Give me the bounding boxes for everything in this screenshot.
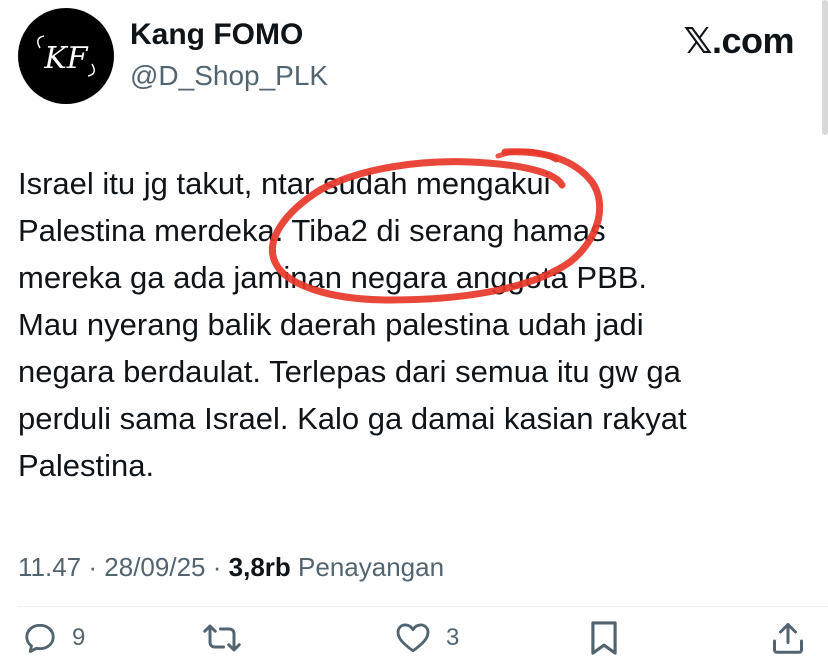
tweet-date[interactable]: 28/09/25 — [104, 552, 205, 582]
divider — [18, 606, 828, 607]
share-icon — [773, 623, 803, 654]
bookmark-icon — [591, 621, 617, 655]
reply-button[interactable]: 9 — [22, 618, 85, 658]
share-button[interactable] — [770, 618, 806, 658]
kf-logo-icon: KF — [37, 35, 95, 77]
repost-icon — [203, 624, 241, 652]
views-label: Penayangan — [298, 552, 445, 582]
tweet-meta: 11.47 · 28/09/25 · 3,8rb Penayangan — [18, 552, 444, 583]
tweet-line: Mau nyerang balik daerah palestina udah … — [18, 307, 644, 342]
tweet-line: Palestina merdeka. Tiba2 di serang hamas — [18, 213, 606, 248]
bookmark-button[interactable] — [588, 618, 620, 658]
tweet-line: mereka ga ada jaminan negara anggota PBB… — [18, 260, 648, 295]
like-count: 3 — [446, 624, 460, 651]
avatar[interactable]: KF — [18, 8, 114, 104]
reply-count: 9 — [72, 624, 86, 651]
meta-separator: · — [212, 552, 222, 582]
reply-icon — [25, 623, 55, 653]
repost-button[interactable] — [202, 618, 256, 658]
tweet-line: Palestina. — [18, 448, 155, 483]
heart-icon — [396, 623, 430, 653]
tweet-line: negara berdaulat. Terlepas dari semua it… — [18, 354, 681, 389]
tweet-line: perduli sama Israel. Kalo ga damai kasia… — [18, 401, 687, 436]
author-handle[interactable]: @D_Shop_PLK — [130, 60, 328, 92]
scrollbar[interactable] — [822, 0, 828, 135]
author-name[interactable]: Kang FOMO — [130, 18, 303, 52]
like-button[interactable]: 3 — [394, 618, 459, 658]
meta-separator: · — [88, 552, 98, 582]
tweet-time[interactable]: 11.47 — [18, 552, 81, 582]
tweet-line: Israel itu jg takut, ntar sudah mengakui — [18, 166, 551, 201]
avatar-monogram: KF — [43, 41, 88, 76]
tweet-text: Israel itu jg takut, ntar sudah mengakui… — [18, 160, 818, 489]
x-brand-logo: 𝕏.com — [683, 20, 794, 61]
views-count: 3,8rb — [228, 552, 291, 582]
